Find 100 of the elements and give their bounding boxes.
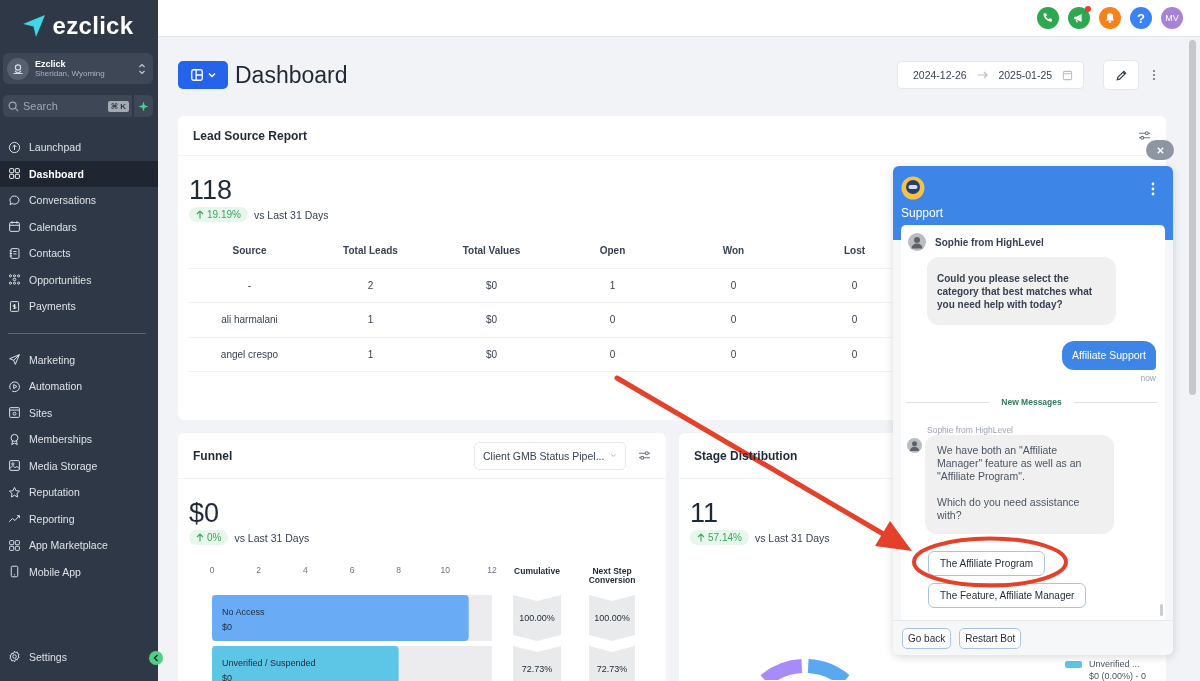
- table-cell-text: 0: [608, 348, 617, 360]
- sidebar-item[interactable]: Opportunities: [0, 266, 158, 293]
- bar-label: Unverified / Suspended: [222, 658, 316, 668]
- axis-tick-label: 6: [349, 565, 355, 575]
- chat-bubble-icon: [8, 193, 21, 207]
- search-icon: [8, 100, 19, 112]
- table-cell-text: $0: [484, 279, 499, 291]
- table-cell-text: 0: [850, 314, 859, 326]
- option-button[interactable]: The Affiliate Program: [928, 551, 1046, 576]
- bell-button[interactable]: [1099, 7, 1121, 29]
- card-title: Lead Source Report: [193, 128, 308, 143]
- chat-button[interactable]: Go back: [902, 627, 952, 649]
- sidebar-item[interactable]: Mobile App: [0, 558, 158, 585]
- message-bubble: Could you please select the category that best matches what you need help with today?: [927, 257, 1116, 325]
- collapse-button[interactable]: [149, 651, 163, 665]
- comparison-label: vs Last 31 Days: [754, 531, 830, 544]
- column-header: Total Leads: [342, 245, 399, 257]
- sidebar-item[interactable]: Calendars: [0, 213, 158, 240]
- column-header: Open: [598, 245, 627, 257]
- agent-name: Sophie from HighLevel: [935, 236, 1044, 248]
- table-cell-text: 0: [608, 314, 617, 326]
- bar-label: No Access: [222, 607, 265, 617]
- percentage-cell: 100.00%: [513, 595, 561, 641]
- sidebar-item[interactable]: Reporting: [0, 505, 158, 532]
- option-button[interactable]: The Feature, Affiliate Manager: [928, 583, 1087, 608]
- sidebar-item[interactable]: Payments: [0, 293, 158, 320]
- phone-button[interactable]: [1037, 7, 1059, 29]
- sidebar-item[interactable]: Launchpad: [0, 134, 158, 161]
- more-options-icon[interactable]: [1152, 69, 1156, 81]
- table-cell-text: 1: [608, 279, 617, 291]
- page-title: Dashboard: [235, 61, 348, 89]
- table-cell-text: $0: [484, 314, 499, 326]
- sidebar-item[interactable]: Memberships: [0, 426, 158, 453]
- mobile-phone-icon: [8, 565, 21, 579]
- chat-button[interactable]: Restart Bot: [959, 627, 1022, 649]
- nodes-icon: [8, 273, 21, 287]
- chevron-left-icon: [152, 654, 160, 662]
- edit-button[interactable]: [1103, 60, 1139, 90]
- search-field[interactable]: Search: [23, 100, 104, 112]
- end-date: 2025-01-25: [998, 69, 1053, 81]
- image-icon: [8, 459, 21, 473]
- award-icon: [8, 432, 21, 446]
- change-badge: 57.14%: [690, 530, 749, 545]
- shortcut-key: ⌘ K: [107, 100, 129, 112]
- search-bar[interactable]: Search ⌘ K: [3, 95, 132, 117]
- sliders-icon[interactable]: [638, 450, 651, 461]
- sidebar-item[interactable]: Settings: [0, 643, 146, 670]
- sliders-icon[interactable]: [1138, 130, 1151, 141]
- message-bubble: Affiliate Support: [1062, 341, 1156, 370]
- sidebar-item[interactable]: Marketing: [0, 346, 158, 373]
- date-range-field[interactable]: 2024-12-26 2025-01-25: [897, 61, 1084, 89]
- avatar-icon: [908, 233, 926, 251]
- percentage-cell: 72.73%: [513, 646, 561, 681]
- pipeline-dropdown[interactable]: Client GMB Status Pipel...: [474, 441, 626, 470]
- sidebar-item[interactable]: Reputation: [0, 479, 158, 506]
- axis-tick-label: 12: [487, 565, 497, 575]
- receipt-icon: [8, 299, 21, 313]
- help-button[interactable]: ?: [1130, 7, 1152, 29]
- sidebar-item[interactable]: Media Storage: [0, 452, 158, 479]
- ai-assistant-button[interactable]: [134, 95, 153, 117]
- scrollbar[interactable]: [1160, 604, 1163, 616]
- table-cell-text: 0: [729, 348, 738, 360]
- table-cell-text: $0: [484, 348, 499, 360]
- comparison-label: vs Last 31 Days: [253, 208, 329, 221]
- table-cell-text: 1: [366, 348, 375, 360]
- close-icon: [1155, 145, 1165, 155]
- message-bubble: We have both an "Affiliate Manager" feature as well as an "Affiliate Program". Which do you need assistance with?: [925, 435, 1114, 534]
- arrow-up-icon: [196, 210, 204, 219]
- browser-window-icon: [8, 406, 21, 420]
- table-cell-text: ali harmalani: [220, 314, 279, 326]
- sidebar-item[interactable]: App Marketplace: [0, 532, 158, 559]
- layout-button[interactable]: [178, 61, 228, 89]
- table-cell-text: 0: [729, 279, 738, 291]
- phone-icon: [1041, 11, 1055, 25]
- column-header: Won: [721, 245, 746, 257]
- more-options-icon[interactable]: [1151, 182, 1155, 196]
- message-time: now: [1140, 373, 1156, 383]
- legend-value: $0 (0.00%) - 0: [1088, 670, 1146, 681]
- account-name: Ezclick: [35, 59, 67, 69]
- table-cell-text: 2: [366, 279, 375, 291]
- sidebar-item[interactable]: Contacts: [0, 240, 158, 267]
- play-circle-icon: [8, 379, 21, 393]
- chevron-down-icon: [610, 451, 617, 460]
- total-value: 11: [690, 497, 719, 529]
- sidebar-item[interactable]: Dashboard: [0, 160, 158, 187]
- scrollbar[interactable]: [1189, 40, 1196, 395]
- new-messages-label: New Messages: [1001, 397, 1062, 407]
- sidebar-item[interactable]: Sites: [0, 399, 158, 426]
- axis-tick-label: 2: [256, 565, 262, 575]
- sidebar-item[interactable]: Automation: [0, 373, 158, 400]
- account-switcher[interactable]: Ezclick Sheridan, Wyoming: [3, 53, 153, 84]
- arrow-up-icon: [196, 533, 204, 542]
- sidebar-item[interactable]: Conversations: [0, 187, 158, 214]
- total-value: 118: [189, 174, 233, 206]
- chat-title: Support: [901, 206, 945, 220]
- settings-icon: [8, 650, 21, 664]
- pencil-icon: [1114, 68, 1128, 82]
- axis-tick-label: 10: [440, 565, 451, 575]
- avatar-icon: [907, 438, 922, 453]
- megaphone-button[interactable]: [1068, 7, 1090, 29]
